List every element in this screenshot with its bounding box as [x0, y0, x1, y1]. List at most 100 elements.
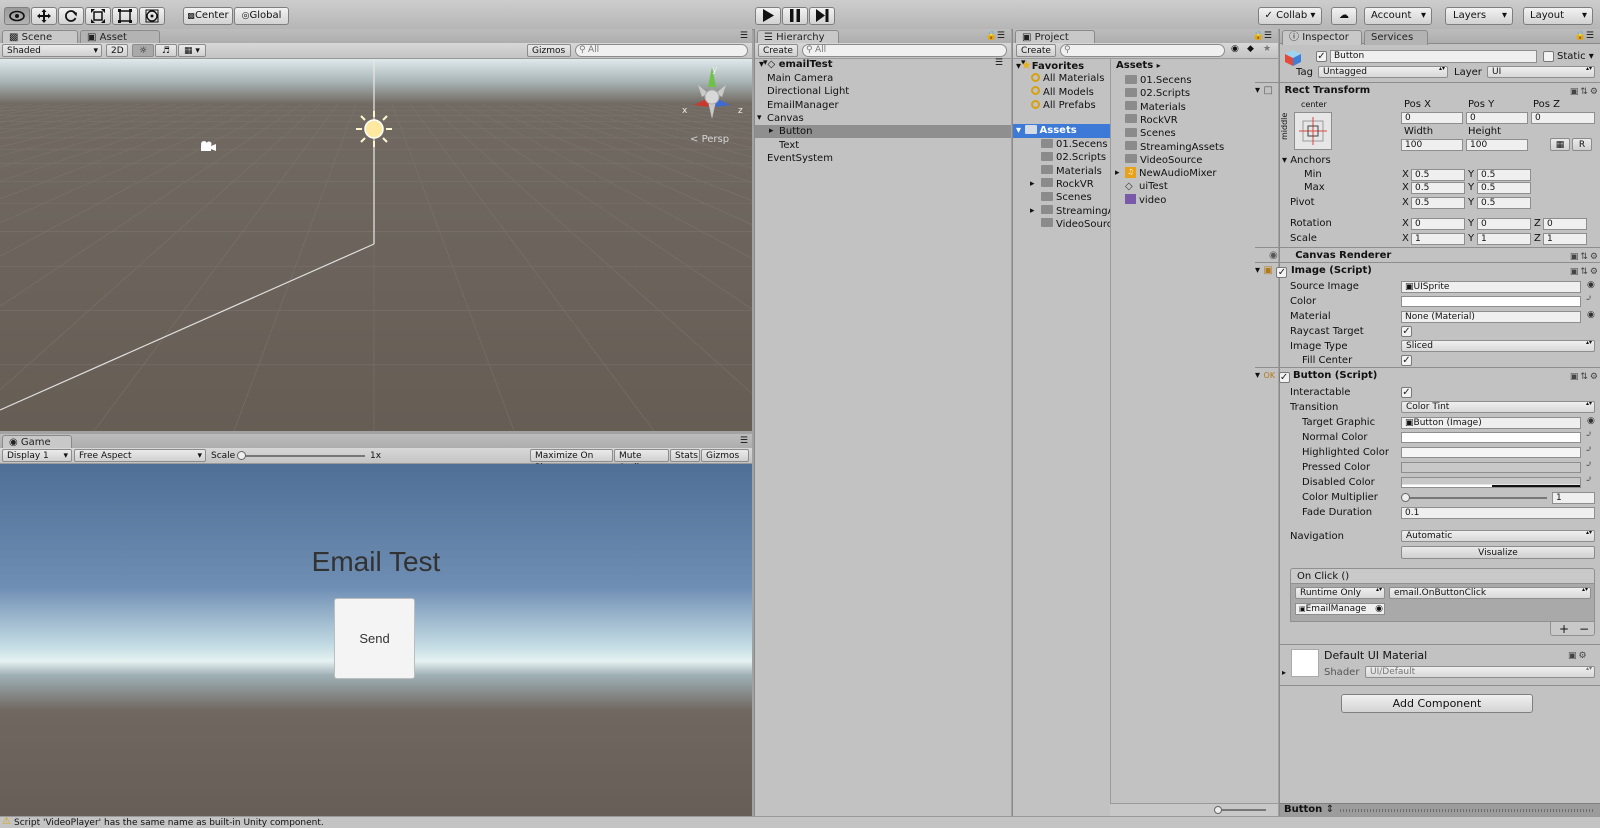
pivot-center-button[interactable]: ▩Center: [183, 7, 233, 25]
image-enabled-checkbox[interactable]: ✓: [1276, 267, 1288, 278]
filter-label-icon[interactable]: ◆: [1247, 44, 1254, 54]
normal-color-swatch[interactable]: [1401, 432, 1581, 443]
panel-menu-icon[interactable]: ☰: [740, 31, 748, 41]
material-field[interactable]: None (Material): [1401, 311, 1581, 323]
hierarchy-item[interactable]: Directional Light: [755, 85, 1011, 98]
add-event-button[interactable]: +: [1559, 622, 1569, 636]
component-settings-icons[interactable]: ▣⇅⚙: [1570, 265, 1600, 280]
component-settings-icons[interactable]: ▣⇅⚙: [1570, 85, 1600, 100]
layers-dropdown[interactable]: Layers ▾: [1445, 7, 1513, 25]
assets-breadcrumb[interactable]: Assets ▸: [1114, 59, 1276, 73]
pos-x-input[interactable]: 0: [1401, 112, 1463, 124]
hand-tool-button[interactable]: [4, 7, 30, 25]
button-script-header[interactable]: ▾ OK ✓ Button (Script) ▣⇅⚙: [1255, 367, 1600, 385]
scene-gizmos-dropdown[interactable]: Gizmos ▾: [527, 44, 571, 68]
image-type-dropdown[interactable]: Sliced: [1401, 340, 1595, 352]
fill-center-checkbox[interactable]: ✓: [1401, 355, 1412, 366]
hierarchy-item[interactable]: Main Camera: [755, 72, 1011, 85]
hierarchy-item[interactable]: ▾ Canvas: [755, 112, 1011, 125]
tag-dropdown[interactable]: Untagged: [1318, 66, 1448, 78]
scale-y-input[interactable]: 1: [1477, 233, 1531, 245]
collab-dropdown[interactable]: ✓ Collab ▾: [1258, 7, 1322, 25]
material-settings-icons[interactable]: ▣⚙: [1568, 651, 1600, 661]
assets-root-row[interactable]: ▾ Assets: [1013, 124, 1110, 138]
hierarchy-create-dropdown[interactable]: Create ▾: [758, 44, 798, 68]
add-component-button[interactable]: Add Component: [1341, 694, 1533, 713]
asset-file-item[interactable]: Materials: [1114, 101, 1276, 114]
fade-duration-input[interactable]: 0.1: [1401, 507, 1595, 519]
scale-slider-handle[interactable]: [237, 451, 246, 460]
anchor-max-x-input[interactable]: 0.5: [1411, 182, 1465, 194]
canvas-renderer-header[interactable]: ◉ Canvas Renderer ▣⇅⚙: [1255, 247, 1600, 262]
hierarchy-item[interactable]: EventSystem: [755, 152, 1011, 165]
pressed-color-swatch[interactable]: [1401, 462, 1581, 473]
event-target-field[interactable]: ▣EmailManage ◉: [1295, 603, 1385, 615]
active-checkbox[interactable]: ✓: [1316, 51, 1327, 62]
orientation-gizmo[interactable]: [680, 65, 740, 125]
scene-menu-icon[interactable]: ☰: [995, 58, 1003, 68]
asset-file-item[interactable]: VideoSource: [1114, 154, 1276, 167]
object-picker-icon[interactable]: ◉: [1587, 416, 1595, 426]
width-input[interactable]: 100: [1401, 139, 1463, 151]
asset-file-item[interactable]: ◇ uiTest: [1114, 180, 1276, 193]
step-button[interactable]: [809, 7, 835, 25]
asset-tree-item[interactable]: Scenes: [1013, 191, 1110, 204]
favorite-item[interactable]: All Models: [1013, 86, 1110, 99]
hierarchy-search-input[interactable]: ⚲ All: [802, 44, 1007, 57]
project-create-dropdown[interactable]: Create ▾: [1016, 44, 1056, 68]
component-settings-icons[interactable]: ▣⇅⚙: [1570, 370, 1600, 385]
pos-y-input[interactable]: 0: [1466, 112, 1528, 124]
asset-tree-item[interactable]: ▸ StreamingA: [1013, 205, 1110, 218]
rotation-x-input[interactable]: 0: [1411, 218, 1465, 230]
shader-dropdown[interactable]: UI/Default: [1365, 666, 1595, 678]
filter-type-icon[interactable]: ◉: [1231, 44, 1239, 54]
lighting-toggle[interactable]: ☼: [132, 44, 154, 57]
asset-file-item[interactable]: 01.Secens: [1114, 74, 1276, 87]
pos-z-input[interactable]: 0: [1531, 112, 1595, 124]
asset-file-item[interactable]: Scenes: [1114, 127, 1276, 140]
visualize-button[interactable]: Visualize: [1401, 546, 1595, 559]
expand-arrow-icon[interactable]: ▸: [1282, 668, 1286, 677]
scene-search-input[interactable]: ⚲ All: [575, 44, 748, 57]
navigation-dropdown[interactable]: Automatic: [1401, 530, 1595, 542]
move-tool-button[interactable]: [31, 7, 57, 25]
eyedropper-icon[interactable]: ⌏: [1586, 475, 1594, 486]
2d-toggle[interactable]: 2D: [106, 44, 128, 57]
asset-file-item[interactable]: RockVR: [1114, 114, 1276, 127]
color-multiplier-input[interactable]: 1: [1552, 492, 1595, 504]
layer-dropdown[interactable]: UI: [1487, 66, 1595, 78]
asset-tree-item[interactable]: Materials: [1013, 165, 1110, 178]
tab-services[interactable]: Services: [1364, 30, 1428, 45]
hierarchy-item[interactable]: EmailManager: [755, 99, 1011, 112]
static-checkbox[interactable]: [1543, 51, 1554, 62]
favorite-star-icon[interactable]: ★: [1263, 44, 1271, 54]
asset-tree-item[interactable]: 01.Secens: [1013, 138, 1110, 151]
disabled-color-swatch[interactable]: [1401, 477, 1581, 488]
icon-size-slider[interactable]: [1216, 809, 1266, 811]
panel-menu-icon[interactable]: ☰: [740, 436, 748, 446]
raycast-target-checkbox[interactable]: ✓: [1401, 326, 1412, 337]
hierarchy-item[interactable]: Text: [755, 139, 1011, 152]
tab-inspector[interactable]: ⓘ Inspector: [1282, 30, 1362, 45]
interactable-checkbox[interactable]: ✓: [1401, 387, 1412, 398]
game-viewport[interactable]: Email Test Send: [0, 464, 752, 816]
expand-arrow-icon[interactable]: ▸: [1030, 205, 1035, 218]
display-dropdown[interactable]: Display 1 ▾: [2, 449, 72, 462]
game-gizmos-dropdown[interactable]: Gizmos ▾: [701, 449, 749, 473]
shading-mode-dropdown[interactable]: Shaded ▾: [2, 44, 102, 57]
scale-tool-button[interactable]: [85, 7, 111, 25]
account-dropdown[interactable]: Account ▾: [1364, 7, 1432, 25]
scene-header-row[interactable]: ▾ ◇ emailTest ☰: [755, 58, 1011, 72]
stats-toggle[interactable]: Stats: [670, 449, 700, 462]
button-enabled-checkbox[interactable]: ✓: [1278, 372, 1290, 383]
expand-arrow-icon[interactable]: ▸: [1030, 178, 1035, 191]
scale-slider[interactable]: [240, 455, 365, 457]
lock-icon[interactable]: 🔒☰: [1253, 31, 1272, 41]
pivot-y-input[interactable]: 0.5: [1477, 197, 1531, 209]
object-name-input[interactable]: Button: [1330, 50, 1537, 63]
effects-dropdown[interactable]: ▦ ▾: [178, 44, 206, 57]
blueprint-mode-button[interactable]: ▦: [1550, 138, 1570, 151]
target-graphic-field[interactable]: ▣Button (Image): [1401, 417, 1581, 429]
asset-tree-item[interactable]: 02.Scripts: [1013, 151, 1110, 164]
favorites-row[interactable]: ▾★Favorites: [1013, 59, 1110, 73]
